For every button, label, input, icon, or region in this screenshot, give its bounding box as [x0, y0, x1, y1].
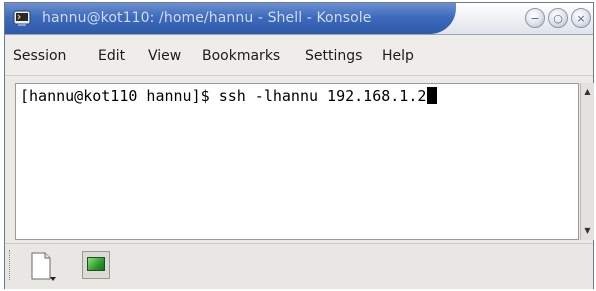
menu-session[interactable]: Session — [13, 48, 66, 64]
menu-bookmarks[interactable]: Bookmarks — [202, 48, 280, 64]
text-cursor — [427, 87, 438, 104]
minimize-icon: − — [530, 11, 540, 25]
terminal-session-icon — [87, 257, 105, 271]
scroll-up-icon[interactable]: ▲ — [582, 86, 593, 97]
menu-edit[interactable]: Edit — [98, 48, 125, 64]
terminal-line: [hannu@kot110 hannu]$ ssh -lhannu 192.16… — [20, 87, 438, 105]
menu-settings[interactable]: Settings — [305, 48, 362, 64]
konsole-icon[interactable] — [12, 8, 32, 28]
close-button[interactable]: × — [571, 8, 591, 28]
session-tab-shell[interactable] — [82, 251, 110, 279]
shell-command: ssh -lhannu 192.168.1.2 — [218, 87, 427, 105]
close-icon: × — [576, 11, 586, 25]
terminal-view[interactable]: [hannu@kot110 hannu]$ ssh -lhannu 192.16… — [15, 83, 579, 240]
title-tab[interactable]: hannu@kot110: /home/hannu - Shell - Kons… — [5, 3, 456, 34]
scroll-down-icon[interactable]: ▼ — [582, 225, 593, 236]
menu-bar: Session Edit View Bookmarks Settings Hel… — [5, 35, 593, 76]
maximize-button[interactable]: ○ — [548, 8, 568, 28]
session-tab-bar — [5, 243, 593, 289]
menu-view[interactable]: View — [148, 48, 181, 64]
new-session-button[interactable] — [29, 251, 57, 283]
toolbar-grip[interactable] — [9, 250, 13, 280]
konsole-window: hannu@kot110: /home/hannu - Shell - Kons… — [4, 2, 594, 289]
window-title: hannu@kot110: /home/hannu - Shell - Kons… — [42, 10, 372, 26]
shell-prompt: [hannu@kot110 hannu]$ — [20, 87, 219, 105]
minimize-button[interactable]: − — [525, 8, 545, 28]
new-session-icon — [31, 252, 56, 281]
vertical-scrollbar[interactable]: ▲ ▼ — [580, 83, 594, 240]
menu-help[interactable]: Help — [382, 48, 414, 64]
title-bar[interactable]: hannu@kot110: /home/hannu - Shell - Kons… — [5, 3, 593, 35]
maximize-icon: ○ — [553, 11, 563, 25]
